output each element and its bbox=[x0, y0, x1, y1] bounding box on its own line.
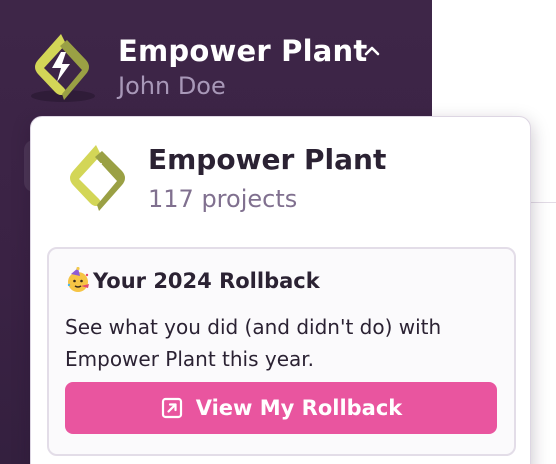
dropdown-org-name: Empower Plant bbox=[148, 143, 387, 176]
party-face-icon bbox=[67, 267, 89, 292]
user-name: John Doe bbox=[118, 72, 226, 100]
org-name: Empower Plant bbox=[118, 34, 368, 68]
rollback-promo-card: Your 2024 Rollback See what you did (and… bbox=[47, 247, 516, 456]
rollback-heading-text: Your 2024 Rollback bbox=[93, 269, 320, 293]
chevron-up-icon[interactable] bbox=[361, 40, 383, 62]
app-frame: Empower Plant John Doe Empower Plant 117… bbox=[0, 0, 556, 464]
open-external-icon bbox=[161, 397, 182, 419]
org-logo-icon bbox=[31, 34, 95, 102]
org-switcher[interactable]: Empower Plant John Doe bbox=[28, 30, 408, 104]
org-logo-icon bbox=[70, 145, 125, 211]
view-rollback-label: View My Rollback bbox=[195, 396, 403, 420]
org-dropdown-menu: Empower Plant 117 projects Your 2024 Rol… bbox=[30, 116, 531, 464]
project-count: 117 projects bbox=[148, 185, 298, 213]
rollback-description: See what you did (and didn't do) with Em… bbox=[65, 315, 442, 371]
rollback-heading: Your 2024 Rollback bbox=[65, 267, 320, 293]
view-rollback-button[interactable]: View My Rollback bbox=[65, 382, 497, 434]
